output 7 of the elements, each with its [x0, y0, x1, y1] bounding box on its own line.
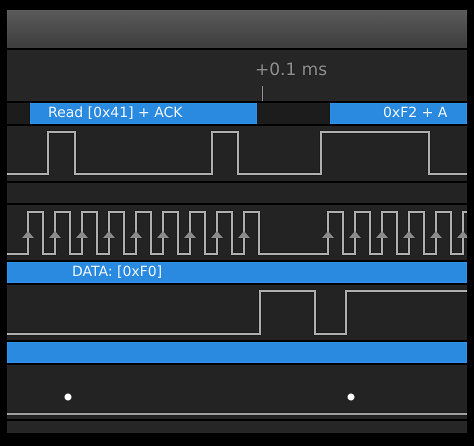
dot-icon [64, 394, 72, 400]
time-label: +0.1 ms [255, 60, 328, 80]
decode-bar: DATA: [0xF0] [7, 262, 467, 283]
tick-mark [262, 86, 263, 101]
dot-icon [348, 394, 354, 400]
annotation-label: Read [0x41] + ACK [30, 103, 257, 124]
annotation-label: 0xF2 + A [330, 103, 467, 124]
